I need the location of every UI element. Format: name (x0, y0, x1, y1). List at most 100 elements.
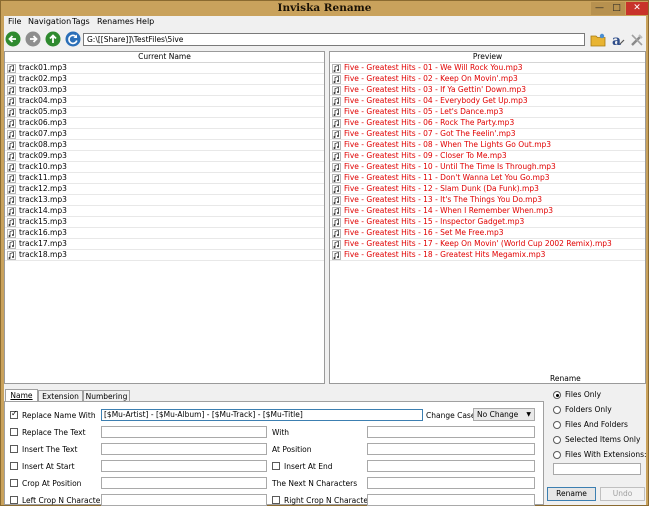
preview-file-row[interactable]: Five - Greatest Hits - 11 - Don't Wanna … (330, 173, 645, 184)
radio-files-and-folders[interactable] (553, 421, 561, 429)
crop-at-position-input[interactable] (101, 477, 267, 489)
replace-the-text-input[interactable] (101, 426, 267, 438)
current-file-row[interactable]: track17.mp3 (5, 239, 324, 250)
left-crop-input[interactable] (101, 494, 267, 506)
maximize-button[interactable]: □ (608, 2, 625, 15)
title-bar[interactable]: Inviska Rename — □ ✕ (1, 1, 648, 16)
preview-file-row-text: Five - Greatest Hits - 01 - We Will Rock… (344, 63, 523, 72)
current-name-list[interactable]: Current Name track01.mp3 track02.mp3 track… (4, 51, 325, 384)
radio-files-only[interactable] (553, 391, 561, 399)
preview-file-row[interactable]: Five - Greatest Hits - 12 - Slam Dunk (D… (330, 184, 645, 195)
current-file-row[interactable]: track09.mp3 (5, 151, 324, 162)
insert-at-end-checkbox[interactable] (272, 462, 280, 470)
up-arrow-icon[interactable] (45, 31, 61, 47)
radio-selected-items-only[interactable] (553, 436, 561, 444)
preview-file-row-text: Five - Greatest Hits - 02 - Keep On Movi… (344, 74, 518, 83)
tools-icon[interactable] (629, 32, 645, 48)
audio-file-icon (7, 207, 16, 216)
dropdown-arrow-icon: ▼ (526, 411, 531, 418)
insert-at-start-checkbox[interactable] (10, 462, 18, 470)
folder-icon[interactable] (590, 32, 606, 48)
preview-file-row[interactable]: Five - Greatest Hits - 05 - Let's Dance.… (330, 107, 645, 118)
menu-navigation[interactable]: Navigation (28, 17, 71, 26)
current-file-row[interactable]: track05.mp3 (5, 107, 324, 118)
crop-at-position-checkbox[interactable] (10, 479, 18, 487)
preview-file-row[interactable]: Five - Greatest Hits - 03 - If Ya Gettin… (330, 85, 645, 96)
current-file-row[interactable]: track08.mp3 (5, 140, 324, 151)
menu-tags[interactable]: Tags (72, 17, 90, 26)
preview-file-row[interactable]: Five - Greatest Hits - 06 - Rock The Par… (330, 118, 645, 129)
audio-file-icon (332, 97, 341, 106)
preview-file-row[interactable]: Five - Greatest Hits - 02 - Keep On Movi… (330, 74, 645, 85)
preview-file-row[interactable]: Five - Greatest Hits - 10 - Until The Ti… (330, 162, 645, 173)
left-crop-checkbox[interactable] (10, 496, 18, 504)
extensions-input[interactable] (553, 463, 641, 475)
audio-file-icon (332, 86, 341, 95)
preview-list[interactable]: Preview Five - Greatest Hits - 01 - We W… (329, 51, 646, 384)
preview-file-row[interactable]: Five - Greatest Hits - 14 - When I Remem… (330, 206, 645, 217)
refresh-icon[interactable] (65, 31, 81, 47)
current-file-row-text: track07.mp3 (19, 129, 67, 138)
preview-header[interactable]: Preview (330, 52, 645, 63)
insert-the-text-input[interactable] (101, 443, 267, 455)
minimize-button[interactable]: — (591, 2, 608, 15)
current-file-row[interactable]: track07.mp3 (5, 129, 324, 140)
insert-at-start-input[interactable] (101, 460, 267, 472)
current-file-row[interactable]: track12.mp3 (5, 184, 324, 195)
with-input[interactable] (367, 426, 535, 438)
replace-name-with-input[interactable]: [$Mu-Artist] - [$Mu-Album] - [$Mu-Track]… (101, 409, 423, 421)
rename-button[interactable]: Rename (547, 487, 596, 501)
replace-name-with-checkbox[interactable] (10, 409, 18, 419)
preview-file-row[interactable]: Five - Greatest Hits - 15 - Inspector Ga… (330, 217, 645, 228)
preview-file-row[interactable]: Five - Greatest Hits - 01 - We Will Rock… (330, 63, 645, 74)
at-position-input[interactable] (367, 443, 535, 455)
path-input[interactable]: G:\[[Share]]\TestFiles\5ive (83, 33, 585, 46)
preview-file-row[interactable]: Five - Greatest Hits - 09 - Closer To Me… (330, 151, 645, 162)
current-file-row[interactable]: track01.mp3 (5, 63, 324, 74)
audio-file-icon (332, 152, 341, 161)
next-n-characters-input[interactable] (367, 477, 535, 489)
right-crop-checkbox[interactable] (272, 496, 280, 504)
current-file-row[interactable]: track15.mp3 (5, 217, 324, 228)
tag-editor-icon[interactable]: a (610, 32, 626, 49)
preview-file-row[interactable]: Five - Greatest Hits - 04 - Everybody Ge… (330, 96, 645, 107)
audio-file-icon (7, 119, 16, 128)
insert-the-text-checkbox[interactable] (10, 445, 18, 453)
current-file-row[interactable]: track06.mp3 (5, 118, 324, 129)
change-case-select[interactable]: No Change ▼ (473, 408, 535, 421)
preview-file-row[interactable]: Five - Greatest Hits - 16 - Set Me Free.… (330, 228, 645, 239)
current-file-row[interactable]: track02.mp3 (5, 74, 324, 85)
current-file-row-text: track01.mp3 (19, 63, 67, 72)
forward-arrow-icon[interactable] (25, 31, 41, 47)
menu-file[interactable]: File (8, 17, 21, 26)
current-file-row[interactable]: track18.mp3 (5, 250, 324, 261)
audio-file-icon (332, 141, 341, 150)
audio-file-icon (332, 119, 341, 128)
current-name-header[interactable]: Current Name (5, 52, 324, 63)
current-file-row[interactable]: track13.mp3 (5, 195, 324, 206)
current-file-row[interactable]: track04.mp3 (5, 96, 324, 107)
preview-file-row-text: Five - Greatest Hits - 12 - Slam Dunk (D… (344, 184, 539, 193)
back-arrow-icon[interactable] (5, 31, 21, 47)
preview-file-row[interactable]: Five - Greatest Hits - 18 - Greatest Hit… (330, 250, 645, 261)
replace-the-text-checkbox[interactable] (10, 428, 18, 436)
current-file-row[interactable]: track16.mp3 (5, 228, 324, 239)
menu-help[interactable]: Help (136, 17, 154, 26)
right-crop-input[interactable] (367, 494, 535, 506)
current-file-row[interactable]: track03.mp3 (5, 85, 324, 96)
preview-file-row-text: Five - Greatest Hits - 07 - Got The Feel… (344, 129, 516, 138)
insert-at-end-input[interactable] (367, 460, 535, 472)
preview-file-row[interactable]: Five - Greatest Hits - 08 - When The Lig… (330, 140, 645, 151)
current-file-row[interactable]: track10.mp3 (5, 162, 324, 173)
undo-button[interactable]: Undo (600, 487, 645, 501)
preview-file-row[interactable]: Five - Greatest Hits - 17 - Keep On Movi… (330, 239, 645, 250)
menu-renames[interactable]: Renames (97, 17, 134, 26)
current-file-row[interactable]: track11.mp3 (5, 173, 324, 184)
current-file-row[interactable]: track14.mp3 (5, 206, 324, 217)
radio-files-with-extensions[interactable] (553, 451, 561, 459)
preview-file-row[interactable]: Five - Greatest Hits - 13 - It's The Thi… (330, 195, 645, 206)
radio-folders-only[interactable] (553, 406, 561, 414)
preview-file-row[interactable]: Five - Greatest Hits - 07 - Got The Feel… (330, 129, 645, 140)
audio-file-icon (332, 207, 341, 216)
close-button[interactable]: ✕ (626, 2, 648, 15)
